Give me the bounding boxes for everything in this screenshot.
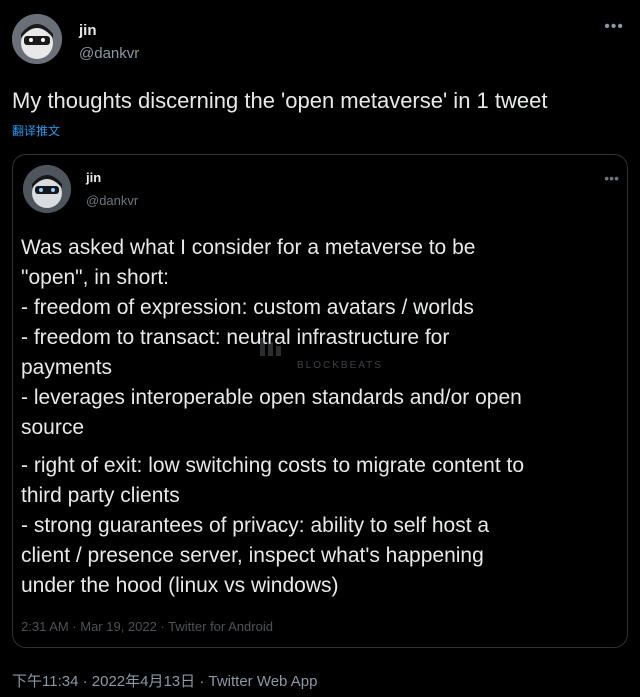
avatar-icon: [12, 14, 62, 64]
quoted-timestamp[interactable]: 2:31 AM · Mar 19, 2022 · Twitter for And…: [21, 619, 273, 634]
quoted-text-line: third party clients: [21, 484, 180, 507]
watermark-text: BLOCKBEATS: [297, 360, 383, 371]
tweet: jin @dankvr ••• My thoughts discerning t…: [0, 0, 640, 697]
quoted-tweet[interactable]: jin @dankvr ••• Was asked what I conside…: [12, 154, 628, 648]
quoted-text-line: - right of exit: low switching costs to …: [21, 454, 525, 477]
more-dots-icon[interactable]: •••: [604, 171, 619, 185]
quoted-text-line: client / presence server, inspect what's…: [21, 544, 484, 567]
author-handle[interactable]: @dankvr: [79, 45, 139, 62]
quoted-author-handle[interactable]: @dankvr: [86, 193, 138, 208]
tweet-timestamp[interactable]: 下午11:34 · 2022年4月13日 · Twitter Web App: [12, 670, 317, 691]
quoted-text-line: source: [21, 416, 85, 439]
translate-link[interactable]: 翻译推文: [12, 122, 60, 139]
quoted-text-line: "open", in short:: [21, 266, 169, 289]
quoted-text-line: - freedom to transact: neutral infrastru…: [21, 326, 450, 349]
author-name[interactable]: jin: [79, 22, 97, 39]
blockbeats-logo-icon: [260, 338, 281, 356]
quoted-avatar[interactable]: [23, 165, 71, 213]
quoted-author-name[interactable]: jin: [86, 170, 101, 185]
quoted-tweet-text: Was asked what I consider for a metavers…: [21, 233, 621, 601]
quoted-text-line: - strong guarantees of privacy: ability …: [21, 514, 490, 537]
quoted-text-line: under the hood (linux vs windows): [21, 574, 339, 597]
quoted-text-line: - freedom of expression: custom avatars …: [21, 296, 474, 319]
quoted-text-line: Was asked what I consider for a metavers…: [21, 236, 476, 259]
avatar-icon: [23, 165, 71, 213]
more-dots-icon[interactable]: •••: [604, 19, 624, 35]
tweet-text: My thoughts discerning the 'open metaver…: [12, 88, 548, 113]
avatar[interactable]: [12, 14, 62, 64]
quoted-text-line: - leverages interoperable open standards…: [21, 386, 522, 409]
